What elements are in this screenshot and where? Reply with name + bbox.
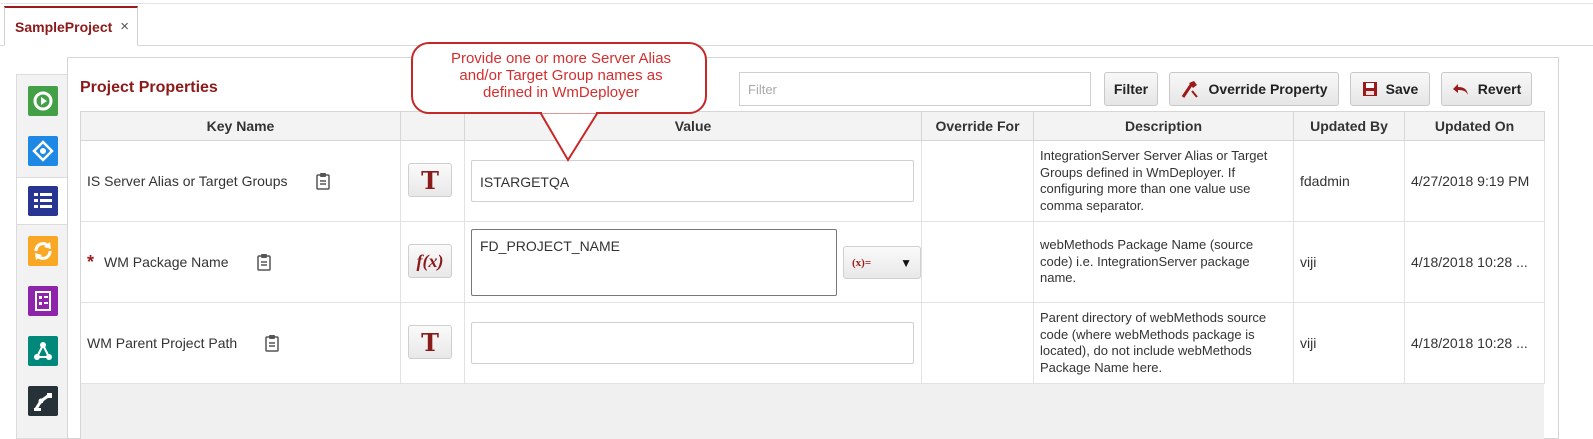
updated-on-text: 4/27/2018 9:19 PM [1411, 173, 1530, 189]
grid-header: Key Name Value Override For Description … [81, 111, 1545, 141]
save-button-label: Save [1385, 81, 1419, 97]
text-type-icon: T [421, 327, 439, 357]
page-title: Project Properties [80, 79, 218, 96]
override-property-button[interactable]: Override Property [1169, 72, 1339, 106]
function-type-icon: f(x) [416, 250, 444, 271]
callout-text: Provide one or more Server Alias and/or … [450, 50, 672, 101]
description-cell: webMethods Package Name (source code) i.… [1034, 222, 1294, 302]
key-label: WM Package Name [104, 254, 229, 270]
tab-strip: SampleProject × [0, 4, 1593, 46]
key-cell: WM Parent Project Path [81, 303, 401, 383]
key-name: * WM Package Name [87, 222, 271, 302]
key-label: WM Parent Project Path [87, 335, 238, 351]
updated-on-cell: 4/27/2018 9:19 PM [1405, 141, 1545, 221]
expression-dropdown[interactable]: (x)= ▼ [843, 246, 921, 279]
filter-input[interactable] [739, 72, 1091, 106]
save-button[interactable]: Save [1350, 72, 1430, 106]
updated-by-cell: viji [1294, 303, 1405, 383]
text-type-icon: T [421, 165, 439, 195]
description-text: Parent directory of webMethods source co… [1040, 310, 1267, 375]
build-icon [28, 86, 58, 116]
topology-icon [28, 336, 58, 366]
override-for-cell [922, 222, 1034, 302]
revert-button[interactable]: Revert [1441, 72, 1532, 106]
text-type-button[interactable]: T [408, 163, 452, 197]
override-icon [1182, 81, 1199, 98]
revert-button-label: Revert [1477, 81, 1522, 97]
description-cell: IntegrationServer Server Alias or Target… [1034, 141, 1294, 221]
column-header-updated-by[interactable]: Updated By [1294, 112, 1405, 141]
integration-icon [28, 136, 58, 166]
value-cell: ISTARGETQA [465, 141, 922, 221]
updated-on-cell: 4/18/2018 10:28 ... [1405, 303, 1545, 383]
updated-by-text: viji [1300, 335, 1317, 351]
value-input[interactable]: ISTARGETQA [471, 160, 914, 202]
value-cell: FD_PROJECT_NAME (x)= ▼ [465, 222, 922, 302]
table-row[interactable]: * WM Package Name f(x) FD_PROJECT_NAME (… [81, 222, 1545, 303]
caret-down-icon: ▼ [900, 255, 912, 270]
rail-item-topology[interactable] [17, 327, 69, 375]
value-cell [465, 303, 922, 383]
sync-icon [28, 236, 58, 266]
updated-on-text: 4/18/2018 10:28 ... [1411, 254, 1528, 270]
value-textarea[interactable]: FD_PROJECT_NAME [471, 229, 837, 296]
updated-by-cell: fdadmin [1294, 141, 1405, 221]
save-icon [1362, 82, 1377, 96]
override-for-cell [922, 141, 1034, 221]
key-label: IS Server Alias or Target Groups [87, 173, 288, 189]
project-properties-panel: Project Properties Filter Override Prope… [67, 57, 1559, 439]
updated-by-text: viji [1300, 254, 1317, 270]
required-mark: * [87, 251, 95, 272]
table-row[interactable]: IS Server Alias or Target Groups T ISTAR… [81, 141, 1545, 222]
override-button-label: Override Property [1208, 81, 1328, 97]
key-name: IS Server Alias or Target Groups [87, 141, 330, 221]
filter-button[interactable]: Filter [1104, 72, 1158, 106]
close-icon[interactable]: × [120, 18, 129, 35]
rail-item-build[interactable] [17, 77, 69, 125]
updated-on-text: 4/18/2018 10:28 ... [1411, 335, 1528, 351]
callout-bubble: Provide one or more Server Alias and/or … [411, 42, 707, 114]
rail-item-integration[interactable] [17, 127, 69, 175]
key-cell: * WM Package Name [81, 222, 401, 302]
column-header-description[interactable]: Description [1034, 112, 1294, 141]
description-text: IntegrationServer Server Alias or Target… [1040, 148, 1268, 213]
description-cell: Parent directory of webMethods source co… [1034, 303, 1294, 383]
properties-icon [28, 186, 58, 216]
key-cell: IS Server Alias or Target Groups [81, 141, 401, 221]
override-for-cell [922, 303, 1034, 383]
clipboard-icon[interactable] [265, 334, 279, 352]
updated-on-cell: 4/18/2018 10:28 ... [1405, 222, 1545, 302]
filter-button-label: Filter [1113, 81, 1149, 97]
tab-sampleproject[interactable]: SampleProject × [4, 6, 139, 46]
column-header-override-for[interactable]: Override For [922, 112, 1034, 141]
column-header-type [401, 112, 465, 141]
rail-item-sync[interactable] [17, 227, 69, 275]
value-input[interactable] [471, 322, 914, 364]
updated-by-text: fdadmin [1300, 173, 1350, 189]
left-rail [16, 74, 69, 439]
key-name: WM Parent Project Path [87, 303, 279, 383]
clipboard-icon[interactable] [315, 172, 330, 190]
rail-item-properties[interactable] [17, 177, 69, 225]
rail-item-checklist[interactable] [17, 277, 69, 325]
column-header-value[interactable]: Value [465, 112, 922, 141]
revert-icon [1452, 84, 1468, 95]
rail-item-robot[interactable] [17, 377, 69, 425]
table-row[interactable]: WM Parent Project Path T Parent director… [81, 303, 1545, 384]
column-header-updated-on[interactable]: Updated On [1405, 112, 1545, 141]
properties-grid: Key Name Value Override For Description … [80, 111, 1545, 439]
type-cell: T [401, 141, 465, 221]
checklist-icon [28, 286, 58, 316]
description-text: webMethods Package Name (source code) i.… [1040, 237, 1254, 286]
type-cell: f(x) [401, 222, 465, 302]
tab-label: SampleProject [15, 18, 113, 35]
robot-icon [28, 386, 58, 416]
expression-icon: (x)= [852, 256, 872, 269]
text-type-button[interactable]: T [408, 325, 452, 359]
function-type-button[interactable]: f(x) [408, 244, 452, 278]
clipboard-icon[interactable] [256, 253, 271, 271]
column-header-key-name[interactable]: Key Name [81, 112, 401, 141]
type-cell: T [401, 303, 465, 383]
updated-by-cell: viji [1294, 222, 1405, 302]
